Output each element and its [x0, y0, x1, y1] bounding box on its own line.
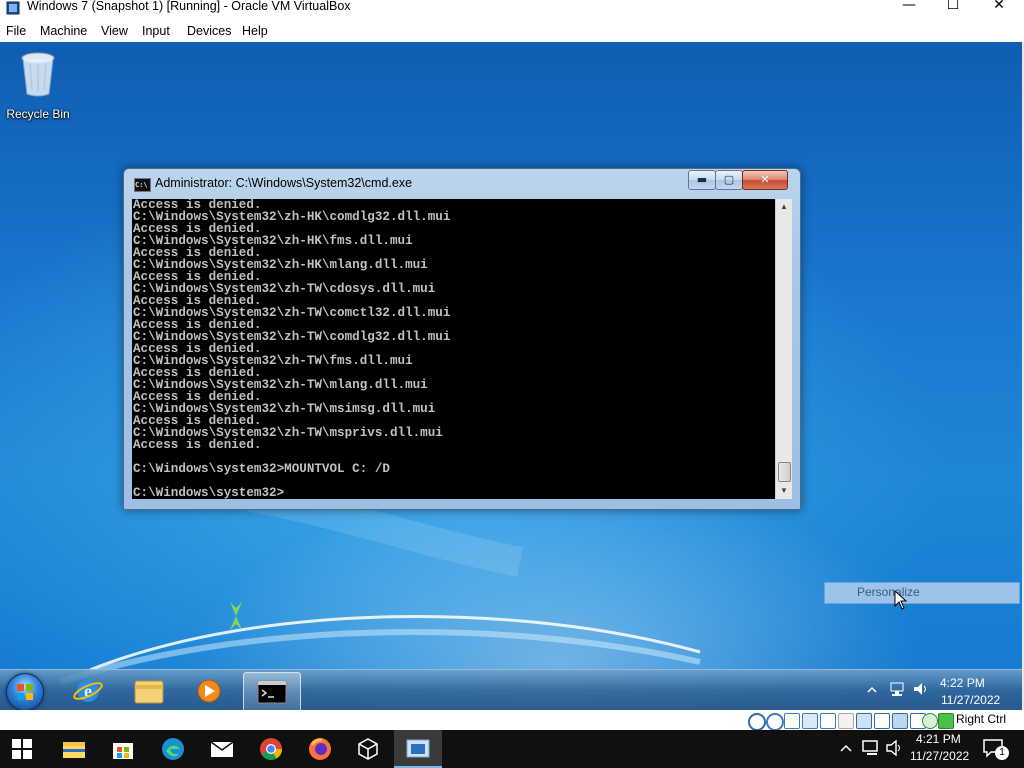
maximize-button[interactable]: ☐ [930, 0, 976, 17]
window-title: Windows 7 (Snapshot 1) [Running] - Oracl… [27, 0, 351, 13]
cmd-minimize-button[interactable]: ▬ [688, 170, 716, 190]
scroll-up-arrow-icon[interactable]: ▲ [776, 199, 792, 215]
menu-input[interactable]: Input [142, 24, 170, 38]
host-clock-time[interactable]: 4:21 PM [916, 732, 961, 746]
mail-icon[interactable] [210, 737, 234, 761]
network-status-icon[interactable] [802, 713, 818, 729]
host-taskbar: 4:21 PM 11/27/2022 1 [0, 730, 1024, 768]
menu-file[interactable]: File [6, 24, 26, 38]
minimize-button[interactable]: — [886, 0, 932, 17]
volume-icon[interactable] [912, 681, 930, 697]
start-orb[interactable] [6, 673, 44, 710]
host-key-arrow-icon[interactable] [938, 713, 954, 729]
cmd-window-title: Administrator: C:\Windows\System32\cmd.e… [155, 176, 413, 190]
network-icon[interactable] [861, 739, 881, 757]
store-icon[interactable] [111, 737, 135, 761]
menu-view[interactable]: View [101, 24, 128, 38]
media-player-icon [197, 679, 221, 703]
vbox-title-bar: Windows 7 (Snapshot 1) [Running] - Oracl… [0, 0, 1024, 18]
host-clock-date[interactable]: 11/27/2022 [910, 749, 969, 763]
guest-desktop[interactable]: Recycle Bin C:\ Administrator: C:\Window… [0, 42, 1022, 710]
scroll-thumb[interactable] [778, 462, 791, 482]
menu-machine[interactable]: Machine [40, 24, 87, 38]
firefox-icon[interactable] [308, 737, 332, 761]
windows-explorer-icon [134, 680, 164, 704]
notification-count-badge: 1 [995, 746, 1009, 760]
volume-icon[interactable] [885, 739, 905, 757]
virtualbox-app-icon [6, 1, 20, 15]
vm-window-icon [406, 739, 430, 758]
context-menu-personalize[interactable]: Personalize [824, 582, 1020, 604]
context-menu-label: Personalize [857, 585, 920, 599]
vbox-status-bar: Right Ctrl [0, 710, 1024, 731]
optical-drive-status-icon[interactable] [766, 713, 784, 731]
edge-icon[interactable] [161, 737, 185, 761]
mouse-integration-status-icon[interactable] [922, 713, 938, 729]
console-text: Access is denied. C:\Windows\System32\zh… [133, 199, 451, 499]
windows-explorer-button[interactable] [121, 672, 177, 710]
network-icon[interactable] [888, 681, 906, 697]
menu-devices[interactable]: Devices [187, 24, 231, 38]
cmd-taskbar-icon [257, 680, 287, 704]
chrome-icon[interactable] [259, 737, 283, 761]
cmd-close-button[interactable]: ✕ [742, 170, 788, 190]
vm-window-taskbar-button[interactable] [394, 730, 442, 768]
show-hidden-icons-icon[interactable] [839, 742, 853, 754]
shared-folders-status-icon[interactable] [838, 713, 854, 729]
cmd-window[interactable]: C:\ Administrator: C:\Windows\System32\c… [123, 168, 801, 510]
guest-taskbar: e 4:22 PM 11/27/2022 [0, 669, 1022, 710]
guest-clock-date[interactable]: 11/27/2022 [941, 693, 1000, 707]
internet-explorer-icon: e [73, 680, 103, 702]
start-button-icon[interactable] [12, 739, 32, 759]
recycle-bin-icon [21, 52, 55, 97]
cmd-icon: C:\ [134, 178, 151, 192]
mouse-cursor-icon [894, 590, 908, 610]
console-scrollbar[interactable]: ▲ ▼ [775, 199, 792, 499]
close-button[interactable]: ✕ [976, 0, 1022, 17]
file-explorer-icon[interactable] [62, 737, 86, 761]
usb-status-icon[interactable] [820, 713, 836, 729]
audio-status-icon[interactable] [784, 713, 800, 729]
cmd-taskbar-button[interactable] [243, 672, 301, 710]
menu-help[interactable]: Help [242, 24, 268, 38]
recycle-bin-label: Recycle Bin [6, 107, 70, 121]
host-key-label: Right Ctrl [956, 712, 1007, 726]
vbox-menu-bar: File Machine View Input Devices Help [0, 18, 1024, 42]
vt-x-status-icon[interactable] [892, 713, 908, 729]
display-status-icon[interactable] [856, 713, 872, 729]
virtualbox-icon[interactable] [356, 737, 380, 761]
media-player-button[interactable] [181, 672, 237, 710]
scroll-down-arrow-icon[interactable]: ▼ [776, 483, 792, 499]
recording-status-icon[interactable] [874, 713, 890, 729]
windows-flag-icon [17, 684, 33, 700]
hard-disk-status-icon[interactable] [748, 713, 766, 731]
guest-clock-time[interactable]: 4:22 PM [940, 676, 985, 690]
recycle-bin-desktop-icon[interactable]: Recycle Bin [4, 50, 72, 122]
cmd-maximize-button[interactable]: ▢ [715, 170, 743, 190]
show-hidden-icons-icon[interactable] [866, 685, 878, 695]
internet-explorer-button[interactable]: e [60, 672, 116, 710]
action-center-button[interactable]: 1 [980, 736, 1009, 762]
console-output[interactable]: Access is denied. C:\Windows\System32\zh… [132, 199, 775, 499]
